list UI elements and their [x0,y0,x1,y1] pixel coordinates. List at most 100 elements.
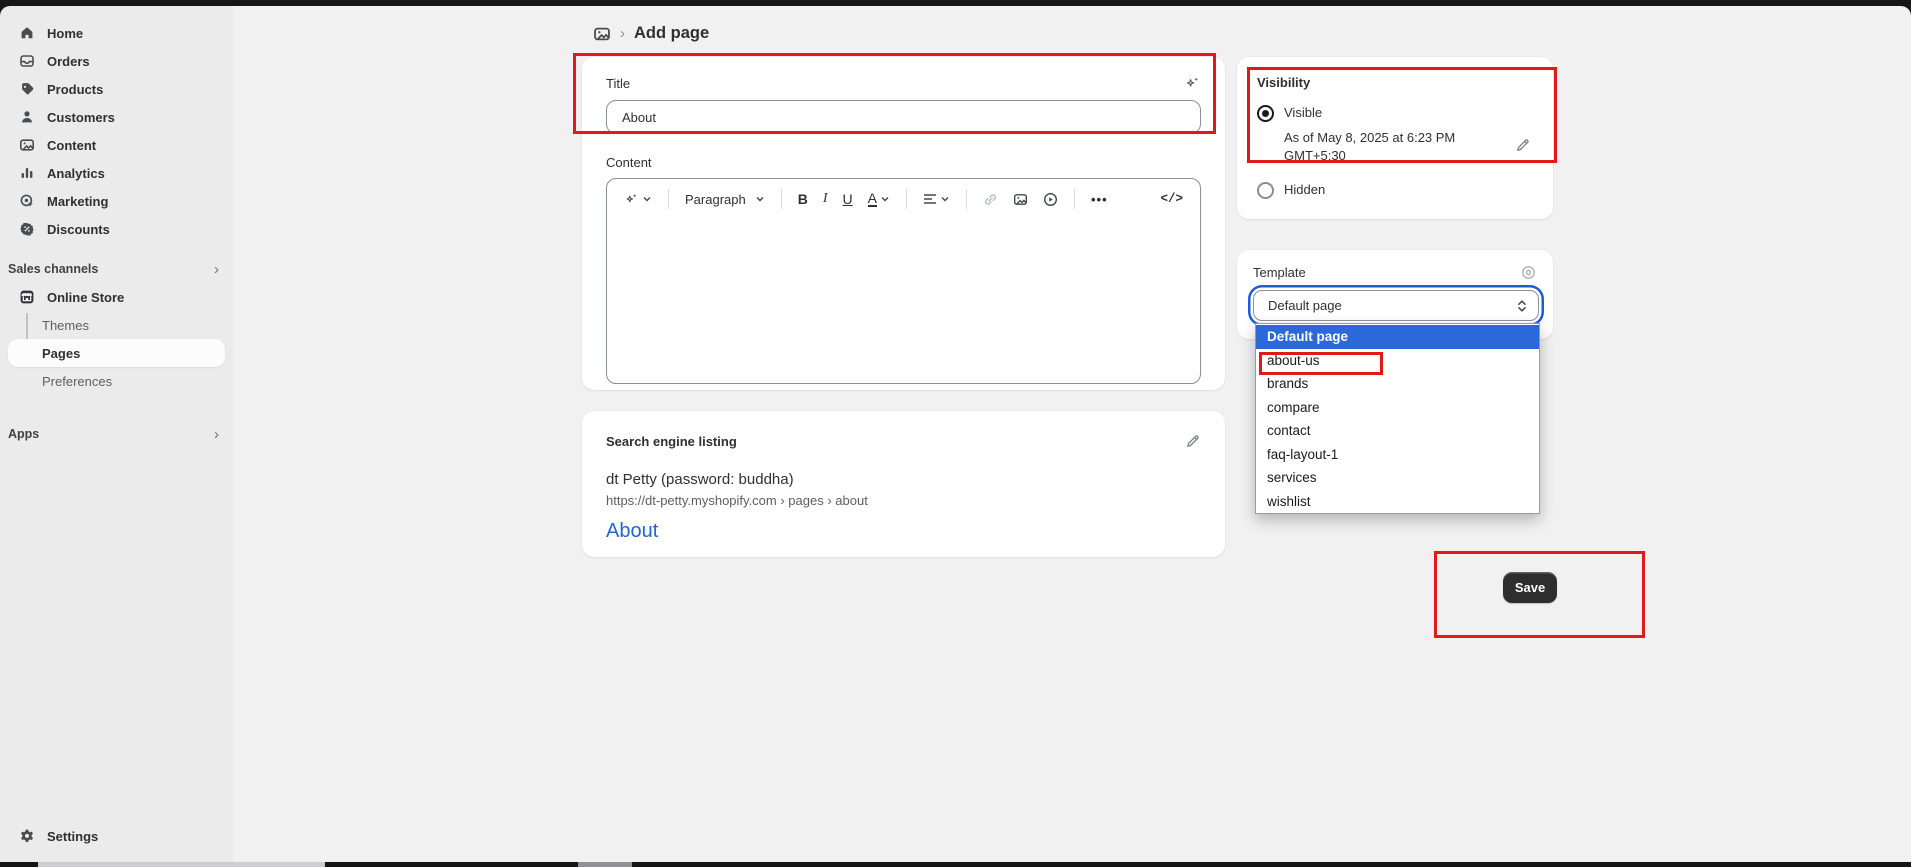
sidebar-item-discounts[interactable]: Discounts [8,215,225,243]
sales-channels-label: Sales channels [8,262,98,276]
seo-site-name: dt Petty (password: buddha) [606,471,1201,488]
content-icon [18,136,36,154]
visible-label: Visible [1284,104,1322,120]
paragraph-style-label: Paragraph [685,192,746,207]
seo-preview-title-link[interactable]: About [606,520,1201,543]
sidebar-item-label: Products [47,82,103,97]
chevron-down-icon [755,194,765,204]
pages-breadcrumb-icon[interactable] [593,25,611,43]
view-target-icon[interactable] [1520,264,1537,281]
save-button[interactable]: Save [1503,572,1557,603]
edit-visibility-pencil-icon[interactable] [1515,137,1531,153]
ai-sparkle-icon[interactable] [1184,75,1201,92]
sidebar-item-label: Orders [47,54,90,69]
rich-text-editor[interactable]: Paragraph B I U A [606,178,1201,384]
show-html-button[interactable]: </> [1156,189,1187,209]
option-contact[interactable]: contact [1256,419,1539,443]
chevron-down-icon [940,194,950,204]
title-input[interactable] [606,100,1201,134]
orders-icon [18,52,36,70]
sidebar-item-themes[interactable]: Themes [0,311,233,339]
sidebar-item-settings[interactable]: Settings [8,822,225,850]
template-card-title: Template [1253,265,1306,280]
analytics-icon [18,164,36,182]
toolbar-divider [906,189,907,209]
option-wishlist[interactable]: wishlist [1256,490,1539,514]
insert-video-button[interactable] [1039,189,1062,210]
sidebar-item-label: Content [47,138,96,153]
more-options-button[interactable]: ••• [1087,189,1112,210]
sidebar-item-products[interactable]: Products [8,75,225,103]
seo-card-title: Search engine listing [606,434,737,449]
breadcrumb-separator: › [620,25,625,42]
option-services[interactable]: services [1256,466,1539,490]
italic-button[interactable]: I [819,188,832,210]
text-color-button[interactable]: A [864,188,894,211]
option-about-us[interactable]: about-us [1256,349,1539,373]
sidebar-item-label: Customers [47,110,115,125]
hidden-label: Hidden [1284,181,1325,197]
sidebar-item-analytics[interactable]: Analytics [8,159,225,187]
visibility-card: Visibility Visible As of May 8, 2025 at … [1237,57,1553,219]
sidebar-item-content[interactable]: Content [8,131,225,159]
sidebar-item-home[interactable]: Home [8,19,225,47]
app-window: Home Orders Products Customers Content [0,6,1911,862]
option-faq-layout-1[interactable]: faq-layout-1 [1256,443,1539,467]
edit-pencil-icon[interactable] [1185,433,1201,449]
alignment-button[interactable] [919,190,954,208]
hidden-radio-option[interactable]: Hidden [1257,181,1533,199]
sidebar-item-preferences[interactable]: Preferences [0,367,233,395]
template-options-dropdown: Default page about-us brands compare con… [1255,323,1540,514]
sidebar-item-label: Themes [42,318,89,333]
sidebar-item-label: Online Store [47,290,124,305]
sidebar-item-label: Settings [47,829,98,844]
discounts-icon [18,220,36,238]
seo-card: Search engine listing dt Petty (password… [582,411,1225,557]
editor-toolbar: Paragraph B I U A [607,179,1200,219]
radio-unselected-icon [1257,182,1274,199]
home-icon [18,24,36,42]
visible-radio-option[interactable]: Visible As of May 8, 2025 at 6:23 PM GMT… [1257,104,1533,165]
template-select[interactable]: Default page [1253,290,1539,321]
paragraph-style-dropdown[interactable]: Paragraph [681,189,769,210]
toolbar-divider [781,189,782,209]
option-brands[interactable]: brands [1256,372,1539,396]
breadcrumb: › Add page [593,24,709,43]
sidebar: Home Orders Products Customers Content [0,6,233,862]
customers-icon [18,108,36,126]
toolbar-divider [966,189,967,209]
toolbar-divider [1074,189,1075,209]
visibility-date-line2: GMT+5:30 [1284,147,1489,165]
underline-button[interactable]: U [839,188,857,210]
sales-channels-header[interactable]: Sales channels › [0,255,233,283]
apps-header[interactable]: Apps › [0,420,233,448]
bold-button[interactable]: B [794,188,812,210]
sidebar-item-customers[interactable]: Customers [8,103,225,131]
chevron-right-icon: › [214,426,219,443]
apps-label: Apps [8,427,39,441]
content-field-label: Content [606,155,1201,170]
ai-write-button[interactable] [620,189,656,210]
template-selected-value: Default page [1268,298,1342,313]
insert-image-button[interactable] [1009,189,1032,210]
chevron-right-icon: › [214,261,219,278]
sidebar-item-label: Home [47,26,83,41]
sidebar-item-label: Preferences [42,374,112,389]
chevron-down-icon [880,194,890,204]
horizontal-scrollbar-thumb[interactable] [38,862,325,867]
seo-url: https://dt-petty.myshopify.com › pages ›… [606,493,1201,508]
page-title: Add page [634,24,709,43]
sidebar-item-label: Analytics [47,166,105,181]
sidebar-item-orders[interactable]: Orders [8,47,225,75]
editor-body[interactable] [607,219,1200,384]
text-color-label: A [868,191,877,208]
products-icon [18,80,36,98]
sidebar-item-online-store[interactable]: Online Store [8,283,225,311]
option-default-page[interactable]: Default page [1256,325,1539,349]
horizontal-scrollbar-thumb[interactable] [578,862,632,867]
option-compare[interactable]: compare [1256,396,1539,420]
sidebar-item-marketing[interactable]: Marketing [8,187,225,215]
sidebar-item-pages[interactable]: Pages [8,339,225,367]
sidebar-item-label: Marketing [47,194,108,209]
insert-link-button[interactable] [979,189,1002,210]
